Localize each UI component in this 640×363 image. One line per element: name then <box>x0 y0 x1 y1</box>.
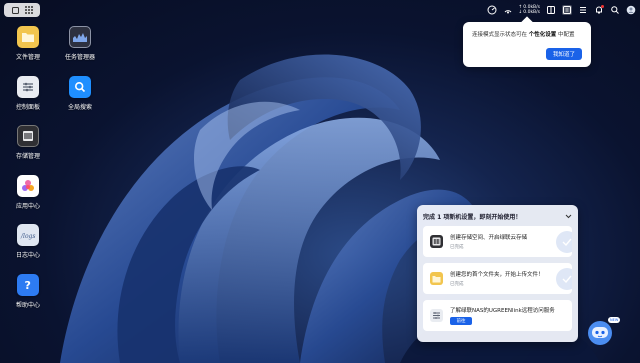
search-icon <box>69 76 91 98</box>
check-icon <box>556 268 572 290</box>
setup-card-folder[interactable]: 创建您的首个文件夹，开始上传文件！ 已完成 <box>423 263 572 294</box>
storage-icon <box>430 235 443 248</box>
tooltip-text-suffix: 中配置 <box>558 32 575 38</box>
desktop-icon-label: 全局搜索 <box>67 104 92 111</box>
app-store-icon <box>17 175 39 197</box>
go-button[interactable]: 前往 <box>450 317 472 325</box>
setup-card-storage[interactable]: 创建存储空间、开启绿联云存储 已完成 <box>423 226 572 257</box>
user-avatar-icon[interactable] <box>626 5 636 15</box>
sliders-icon <box>17 76 39 98</box>
desktop-icon-label: 任务管理器 <box>64 54 95 61</box>
tasks-list-icon[interactable] <box>578 5 588 15</box>
setup-guide-title: 完成 1 项新机设置，即刻开始使用！ <box>423 213 522 221</box>
check-icon <box>556 231 572 253</box>
desktop-icon-global-search[interactable]: 全局搜索 <box>58 76 102 111</box>
setup-card-title: 创建您的首个文件夹，开始上传文件！ <box>450 272 544 278</box>
setup-card-status: 已完成 <box>450 245 464 250</box>
desktop-icon-help-center[interactable]: ? 帮助中心 <box>6 274 50 309</box>
desktop-icon-label: 控制面板 <box>15 104 40 111</box>
assistant-bot[interactable]: NEW <box>586 317 621 346</box>
chevron-down-icon[interactable] <box>564 212 572 220</box>
svg-text:?: ? <box>25 279 31 292</box>
setup-card-status: 已完成 <box>450 282 464 287</box>
setup-guide-panel: 完成 1 项新机设置，即刻开始使用！ 创建存储空间、开启绿联云存储 已完成 创建… <box>417 205 578 342</box>
setup-card-title: 了解绿联NAS的UGREENlink远程访问服务 <box>450 308 555 314</box>
activity-monitor-icon <box>69 26 91 48</box>
setup-card-remote-access[interactable]: 了解绿联NAS的UGREENlink远程访问服务 前往 <box>423 300 572 331</box>
search-icon[interactable] <box>610 5 620 15</box>
app-grid-icon <box>24 6 33 14</box>
download-speed: 0.0kB/s <box>519 10 540 15</box>
disk-array-icon <box>17 125 39 147</box>
desktop-icon-app-center[interactable]: 应用中心 <box>6 175 50 210</box>
network-icon[interactable] <box>503 5 513 15</box>
new-badge: NEW <box>608 317 621 323</box>
folder-icon <box>430 272 443 285</box>
remote-link-icon <box>430 309 443 322</box>
desktop-icon-label: 文件管理 <box>15 54 40 61</box>
desktop-icon-label: 帮助中心 <box>15 302 40 309</box>
notification-bell-icon[interactable] <box>594 5 604 15</box>
resource-monitor-icon[interactable] <box>487 5 497 15</box>
desktop-icon-file-manager[interactable]: 文件管理 <box>6 26 50 61</box>
tooltip-text-bold: 个性化设置 <box>528 32 557 38</box>
desktop-icon-log-center[interactable]: /logs 日志中心 <box>6 224 50 259</box>
setup-card-title: 创建存储空间、开启绿联云存储 <box>450 235 528 241</box>
help-icon: ? <box>17 274 39 296</box>
desktop-icon-control-panel[interactable]: 控制面板 <box>6 76 50 111</box>
logs-icon: /logs <box>17 224 39 246</box>
book-icon[interactable] <box>546 5 556 15</box>
desktop-icon-label: 日志中心 <box>15 252 40 259</box>
svg-text:/logs: /logs <box>20 233 35 240</box>
tooltip-text: 连接模式显示状态可在 个性化设置 中配置 <box>472 30 583 38</box>
desktop-icon-task-manager[interactable]: 任务管理器 <box>58 26 102 61</box>
window-icon <box>11 6 19 14</box>
folder-icon <box>17 26 39 48</box>
tooltip-text-prefix: 连接模式显示状态可在 <box>472 32 528 38</box>
desktop-icon-label: 存储管理 <box>15 153 40 160</box>
got-it-button[interactable]: 我知道了 <box>546 48 582 60</box>
start-menu-button[interactable] <box>4 3 40 17</box>
network-speed: 0.0kB/s 0.0kB/s <box>519 5 540 15</box>
desktop-icon-storage-manager[interactable]: 存储管理 <box>6 125 50 160</box>
system-tray: 0.0kB/s 0.0kB/s <box>487 3 637 17</box>
setup-guide-header: 完成 1 项新机设置，即刻开始使用！ <box>423 212 572 221</box>
desktop-icon-label: 应用中心 <box>15 203 40 210</box>
connection-mode-tooltip: 连接模式显示状态可在 个性化设置 中配置 我知道了 <box>463 22 591 67</box>
connection-mode-icon[interactable] <box>562 5 572 15</box>
